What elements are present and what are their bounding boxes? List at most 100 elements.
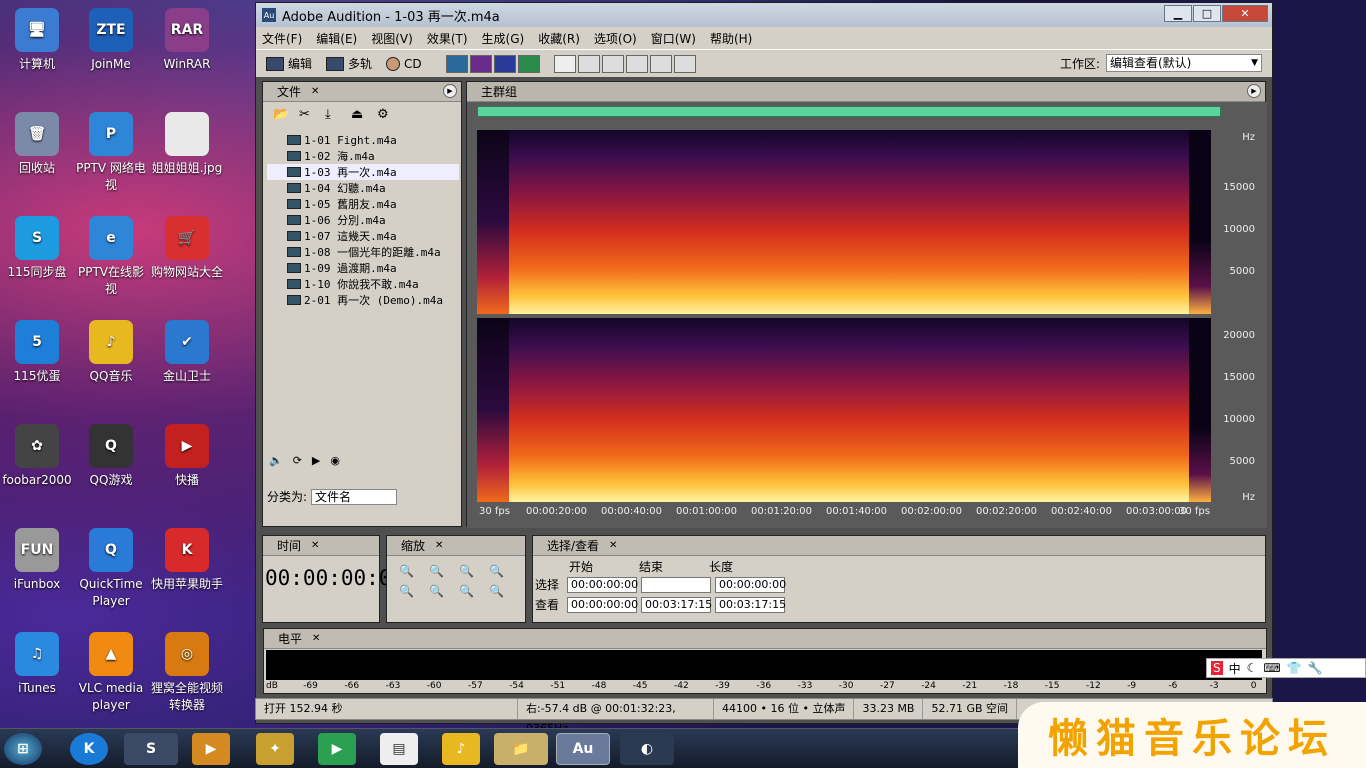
spectral-view-toggle[interactable]: [469, 54, 492, 73]
kuaiyong-taskbar-icon[interactable]: K: [70, 733, 108, 765]
workspace-selector[interactable]: 工作区: 编辑查看(默认): [1060, 54, 1262, 72]
desktop-icon[interactable]: RAR WinRAR: [150, 8, 224, 73]
file-list-item[interactable]: 1-02 海.m4a: [267, 148, 459, 164]
workspace-dropdown[interactable]: 编辑查看(默认): [1106, 54, 1262, 72]
start-button[interactable]: ⊞: [4, 733, 42, 765]
insert-cd-icon[interactable]: ⏏: [351, 107, 371, 125]
bird-app-taskbar-icon[interactable]: ✦: [256, 733, 294, 765]
zoom-full-icon[interactable]: 🔍: [459, 564, 485, 578]
maximize-button[interactable]: □: [1193, 5, 1221, 22]
spectrogram-left-channel[interactable]: [477, 130, 1211, 314]
view-end-field[interactable]: 00:03:17:15: [641, 596, 712, 613]
selection-start-field[interactable]: 00:00:00:00: [567, 576, 638, 593]
file-list-item[interactable]: 1-06 分別.m4a: [267, 212, 459, 228]
zoom-in-icon[interactable]: 🔍: [399, 564, 425, 578]
selection-tab[interactable]: 选择/查看 ✕: [533, 536, 1265, 556]
desktop-icon[interactable]: 🛒 购物网站大全: [150, 216, 224, 281]
file-list-item[interactable]: 2-01 再一次 (Demo).m4a: [267, 292, 459, 308]
wrench-icon[interactable]: 🔧: [1308, 661, 1323, 675]
desktop-icon[interactable]: S 115同步盘: [0, 216, 74, 281]
keyboard-icon[interactable]: ⌨: [1263, 661, 1280, 675]
view-start-field[interactable]: 00:00:00:00: [567, 596, 638, 613]
menu-item[interactable]: 帮助(H): [710, 30, 752, 47]
time-selection-tool-icon[interactable]: [553, 54, 576, 73]
close-icon[interactable]: ✕: [311, 540, 319, 551]
menu-item[interactable]: 效果(T): [427, 30, 468, 47]
zoom-out-icon[interactable]: 🔍: [429, 564, 455, 578]
file-list-item[interactable]: 1-04 幻聽.m4a: [267, 180, 459, 196]
brush-tool-icon[interactable]: [625, 54, 648, 73]
volume-knob-icon[interactable]: ◉: [330, 454, 340, 467]
zoom-selection-icon[interactable]: 🔍: [489, 564, 515, 578]
document-taskbar-icon[interactable]: ▤: [380, 733, 418, 765]
moon-icon[interactable]: ☾: [1247, 661, 1258, 675]
close-icon[interactable]: ✕: [312, 633, 320, 644]
file-list-item[interactable]: 1-05 舊朋友.m4a: [267, 196, 459, 212]
view-length-field[interactable]: 00:03:17:15: [715, 596, 786, 613]
menu-item[interactable]: 视图(V): [371, 30, 413, 47]
sort-dropdown[interactable]: 文件名: [311, 488, 398, 505]
time-tab[interactable]: 时间 ✕: [263, 536, 379, 556]
ime-mode[interactable]: 中: [1229, 660, 1241, 677]
desktop-icon[interactable]: ▲ VLC media player: [74, 632, 148, 714]
qq-music-taskbar-icon[interactable]: ♪: [442, 733, 480, 765]
desktop-icon[interactable]: e PPTV在线影视: [74, 216, 148, 298]
main-group-tab[interactable]: 主群组 ▶: [467, 82, 1265, 102]
file-list-item[interactable]: 1-07 這幾天.m4a: [267, 228, 459, 244]
desktop-icon[interactable]: ✔ 金山卫士: [150, 320, 224, 385]
selection-length-field[interactable]: 00:00:00:00: [715, 576, 786, 593]
selection-end-field[interactable]: [641, 576, 711, 593]
desktop-icon[interactable]: 姐姐姐姐.jpg: [150, 112, 224, 177]
app-taskbar-icon[interactable]: ◐: [620, 733, 674, 765]
menu-item[interactable]: 文件(F): [262, 30, 302, 47]
desktop-icon[interactable]: ◎ 狸窝全能视频转换器: [150, 632, 224, 714]
loop-icon[interactable]: ⟳: [293, 454, 302, 467]
waveform-view-toggle[interactable]: [445, 54, 468, 73]
explorer-taskbar-icon[interactable]: 📁: [494, 733, 548, 765]
desktop-icon[interactable]: Q QQ游戏: [74, 424, 148, 489]
spectrogram-right-channel[interactable]: [477, 318, 1211, 502]
lasso-tool-icon[interactable]: [601, 54, 624, 73]
desktop-icon[interactable]: ♪ QQ音乐: [74, 320, 148, 385]
sogou-browser-taskbar-icon[interactable]: S: [124, 733, 178, 765]
menu-item[interactable]: 选项(O): [594, 30, 637, 47]
phase-view-toggle[interactable]: [517, 54, 540, 73]
close-button[interactable]: ✕: [1222, 5, 1268, 22]
zoom-left-icon[interactable]: 🔍: [399, 584, 425, 598]
title-bar[interactable]: Au Adobe Audition - 1-03 再一次.m4a ▁ □ ✕: [256, 3, 1272, 27]
desktop-icon[interactable]: P PPTV 网络电视: [74, 112, 148, 194]
multitrack-view-button[interactable]: 多轨: [326, 55, 372, 72]
desktop-icon[interactable]: ▶ 快播: [150, 424, 224, 489]
desktop-icon[interactable]: 🗑 回收站: [0, 112, 74, 177]
desktop-icon[interactable]: 🖥 计算机: [0, 8, 74, 73]
zoom-tab[interactable]: 缩放 ✕: [387, 536, 525, 556]
shirt-icon[interactable]: 👕: [1287, 661, 1302, 675]
speaker-icon[interactable]: 🔈: [269, 454, 283, 467]
hybrid-tool-icon[interactable]: [673, 54, 696, 73]
pan-view-toggle[interactable]: [493, 54, 516, 73]
edit-file-icon[interactable]: ⚙: [377, 107, 397, 125]
desktop-icon[interactable]: ZTE JoinMe: [74, 8, 148, 73]
desktop-icon[interactable]: ✿ foobar2000: [0, 424, 74, 489]
desktop-icon[interactable]: 5 115优蛋: [0, 320, 74, 385]
file-list-item[interactable]: 1-01 Fight.m4a: [267, 132, 459, 148]
zoom-right-icon[interactable]: 🔍: [429, 584, 455, 598]
file-list-item[interactable]: 1-08 一個光年的距離.m4a: [267, 244, 459, 260]
close-icon[interactable]: ✕: [609, 540, 617, 551]
desktop-icon[interactable]: FUN iFunbox: [0, 528, 74, 593]
level-tab[interactable]: 电平 ✕: [264, 629, 1266, 649]
panel-menu-icon[interactable]: ▶: [1247, 84, 1261, 98]
zoom-in-vertical-icon[interactable]: 🔍: [459, 584, 485, 598]
minimize-button[interactable]: ▁: [1164, 5, 1192, 22]
desktop-icon[interactable]: Q QuickTime Player: [74, 528, 148, 610]
close-file-icon[interactable]: ✂: [299, 107, 319, 125]
menu-item[interactable]: 编辑(E): [316, 30, 357, 47]
file-list-item[interactable]: 1-09 過渡期.m4a: [267, 260, 459, 276]
panel-menu-icon[interactable]: ▶: [443, 84, 457, 98]
menu-item[interactable]: 生成(G): [482, 30, 525, 47]
menu-item[interactable]: 窗口(W): [651, 30, 696, 47]
desktop-icon[interactable]: K 快用苹果助手: [150, 528, 224, 593]
ime-toolbar[interactable]: S 中 ☾ ⌨ 👕 🔧: [1206, 658, 1366, 678]
audition-taskbar-icon[interactable]: Au: [556, 733, 610, 765]
player-taskbar-icon[interactable]: ▶: [318, 733, 356, 765]
